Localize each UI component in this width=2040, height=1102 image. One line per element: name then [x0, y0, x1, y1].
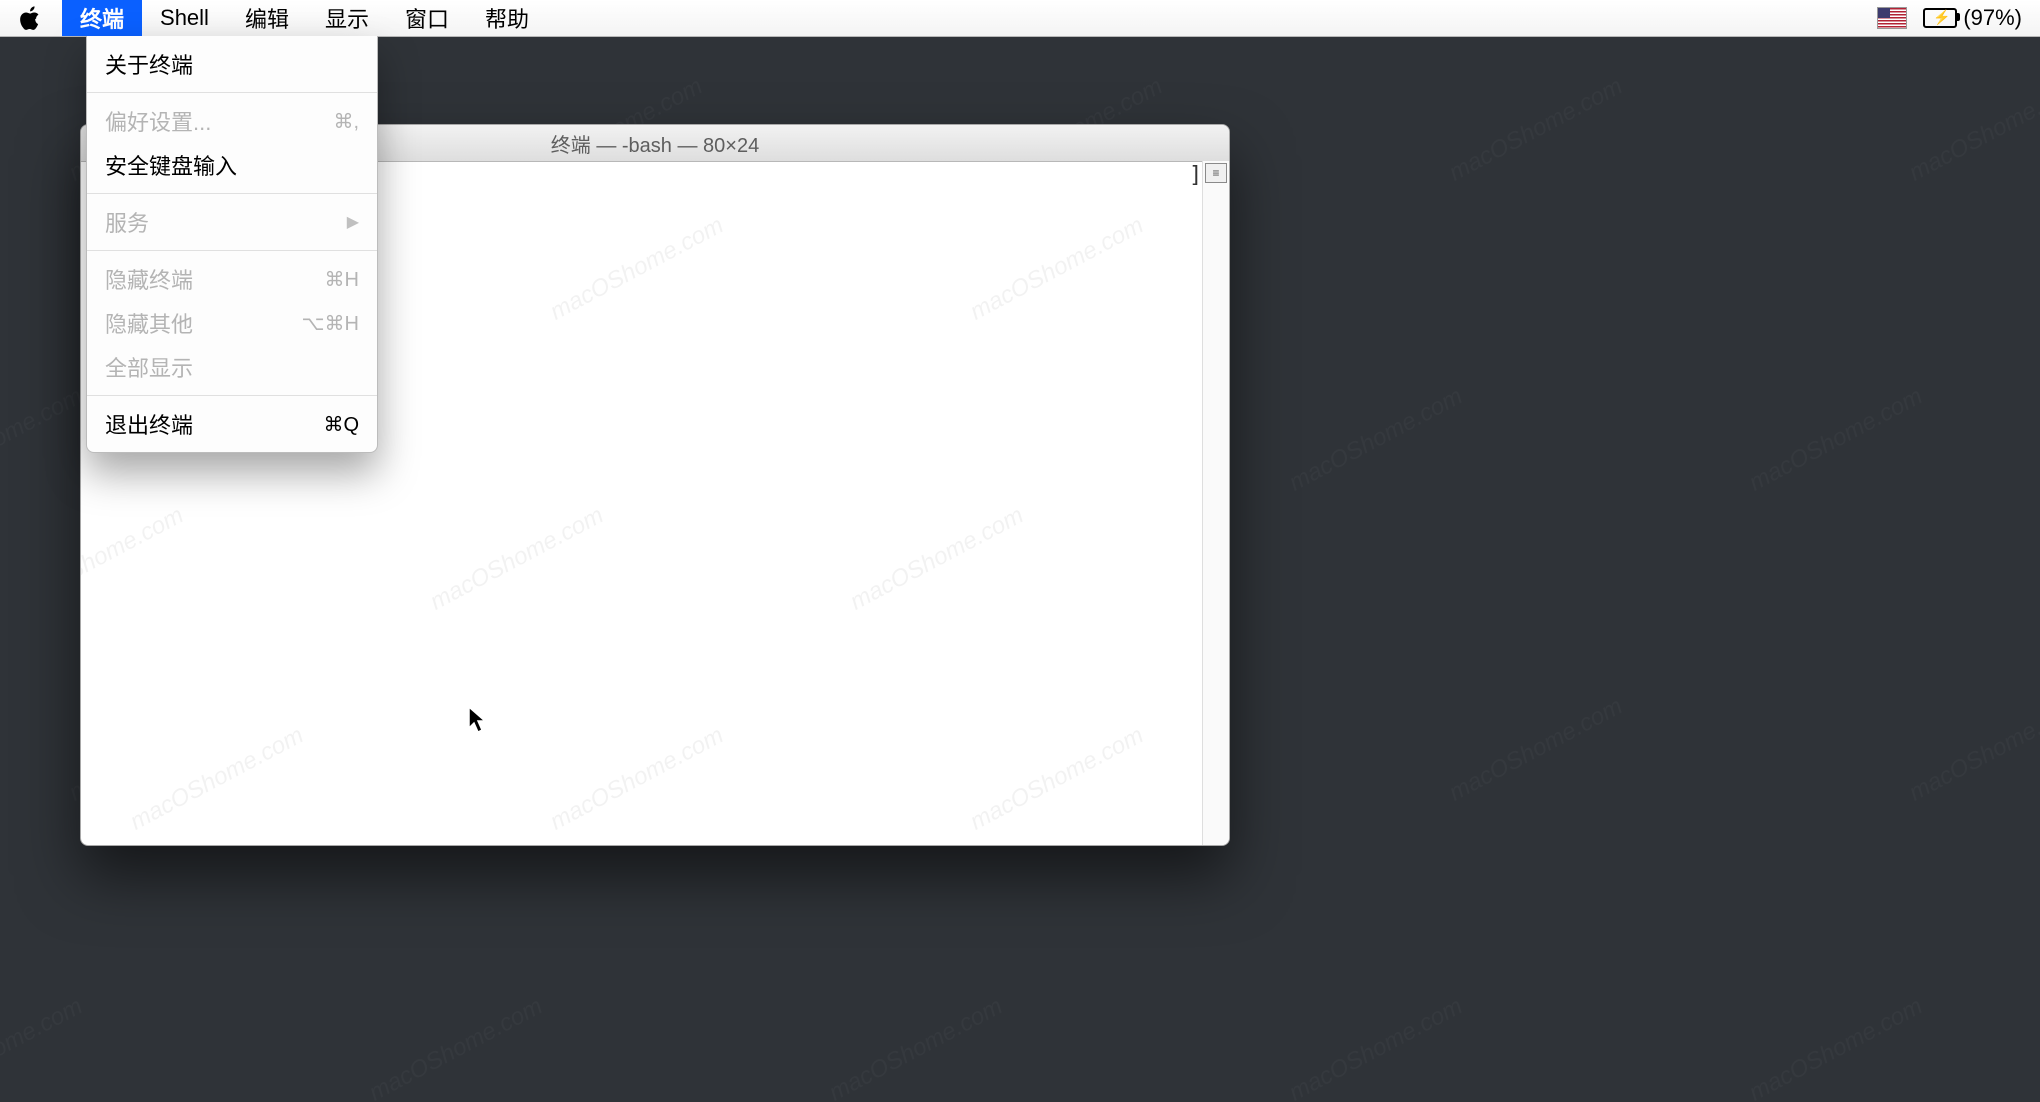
- menu-shortcut: ⌘,: [333, 109, 359, 134]
- menu-help[interactable]: 帮助: [467, 0, 547, 36]
- menu-separator: [87, 395, 377, 396]
- menu-show-all[interactable]: 全部显示: [87, 345, 377, 389]
- menu-window[interactable]: 窗口: [387, 0, 467, 36]
- apple-menu-icon[interactable]: [18, 5, 44, 31]
- menu-item-label: 退出终端: [105, 408, 193, 440]
- menu-app-name[interactable]: 终端: [62, 0, 142, 36]
- terminal-pane-toggle-icon[interactable]: ≡: [1205, 163, 1227, 183]
- battery-icon: ⚡: [1923, 8, 1957, 28]
- menu-preferences[interactable]: 偏好设置... ⌘,: [87, 99, 377, 143]
- menu-quit-terminal[interactable]: 退出终端 ⌘Q: [87, 402, 377, 446]
- terminal-right-bracket: ]: [1189, 163, 1202, 188]
- battery-percent: (97%): [1963, 5, 2022, 31]
- menu-shortcut: ⌥⌘H: [302, 311, 360, 336]
- menu-item-label: 全部显示: [105, 351, 193, 383]
- menu-shell[interactable]: Shell: [142, 0, 227, 36]
- terminal-app-menu-dropdown[interactable]: 关于终端 偏好设置... ⌘, 安全键盘输入 服务 ▶ 隐藏终端 ⌘H 隐藏其他…: [86, 36, 378, 453]
- menu-about-terminal[interactable]: 关于终端: [87, 42, 377, 86]
- menu-secure-keyboard-entry[interactable]: 安全键盘输入: [87, 143, 377, 187]
- menubar[interactable]: 终端 Shell 编辑 显示 窗口 帮助 ⚡ (97%): [0, 0, 2040, 37]
- menu-hide-others[interactable]: 隐藏其他 ⌥⌘H: [87, 301, 377, 345]
- window-title: 终端 — -bash — 80×24: [551, 129, 759, 158]
- battery-status[interactable]: ⚡ (97%): [1923, 5, 2022, 31]
- menu-services[interactable]: 服务 ▶: [87, 200, 377, 244]
- menu-edit[interactable]: 编辑: [227, 0, 307, 36]
- menu-view[interactable]: 显示: [307, 0, 387, 36]
- menu-item-label: 隐藏其他: [105, 307, 193, 339]
- input-source-us-flag-icon[interactable]: [1877, 7, 1907, 29]
- menu-separator: [87, 92, 377, 93]
- menu-item-label: 关于终端: [105, 48, 193, 80]
- menu-shortcut: ⌘Q: [323, 412, 359, 437]
- menu-item-label: 隐藏终端: [105, 263, 193, 295]
- chevron-right-icon: ▶: [347, 212, 359, 232]
- menubar-right: ⚡ (97%): [1877, 5, 2022, 31]
- menu-shortcut: ⌘H: [325, 267, 359, 292]
- menu-hide-terminal[interactable]: 隐藏终端 ⌘H: [87, 257, 377, 301]
- terminal-scroll-gutter[interactable]: ] ≡: [1202, 161, 1229, 845]
- menu-item-label: 偏好设置...: [105, 105, 211, 137]
- menu-item-label: 服务: [105, 206, 149, 238]
- menu-separator: [87, 193, 377, 194]
- menu-separator: [87, 250, 377, 251]
- menu-item-label: 安全键盘输入: [105, 149, 237, 181]
